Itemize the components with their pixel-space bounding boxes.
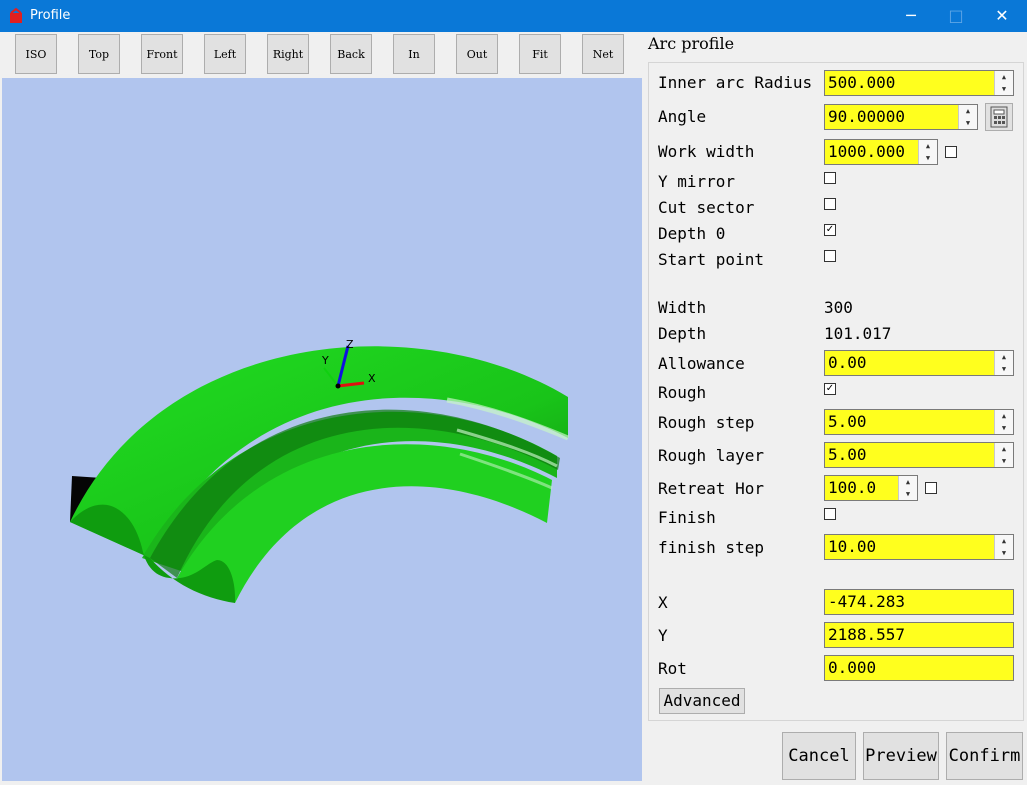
- start-point-checkbox[interactable]: [824, 250, 836, 262]
- retreat-hor-label: Retreat Hor: [658, 479, 764, 498]
- view-right-button[interactable]: Right: [267, 34, 309, 74]
- arc-profile-model: Z Y X: [70, 338, 569, 608]
- inner-arc-radius-value: 500.000: [828, 73, 896, 92]
- y-axis-label: Y: [321, 354, 329, 367]
- rough-layer-label: Rough layer: [658, 446, 764, 465]
- allowance-spinner[interactable]: ▲ ▼: [994, 351, 1013, 375]
- view-front-button[interactable]: Front: [141, 34, 183, 74]
- finish-step-spinner[interactable]: ▲ ▼: [994, 535, 1013, 559]
- work-width-checkbox[interactable]: [945, 146, 957, 158]
- rough-step-input[interactable]: 5.00 ▲ ▼: [824, 409, 1014, 435]
- calculator-icon: [990, 106, 1008, 128]
- maximize-button[interactable]: □: [933, 0, 979, 32]
- view-iso-button[interactable]: ISO: [15, 34, 57, 74]
- depth0-label: Depth 0: [658, 224, 726, 243]
- work-width-input[interactable]: 1000.000 ▲ ▼: [824, 139, 938, 165]
- cut-sector-checkbox[interactable]: [824, 198, 836, 210]
- view-top-button[interactable]: Top: [78, 34, 120, 74]
- rot-input[interactable]: 0.000: [824, 655, 1014, 681]
- rough-label: Rough: [658, 383, 707, 402]
- y-mirror-label: Y mirror: [658, 172, 736, 191]
- rough-step-label: Rough step: [658, 413, 755, 432]
- zoom-fit-button[interactable]: Fit: [519, 34, 561, 74]
- finish-step-label: finish step: [658, 538, 764, 557]
- allowance-label: Allowance: [658, 354, 745, 373]
- work-width-value: 1000.000: [828, 142, 906, 161]
- finish-label: Finish: [658, 508, 716, 527]
- calculator-button[interactable]: [985, 103, 1013, 131]
- start-point-label: Start point: [658, 250, 764, 269]
- finish-step-input[interactable]: 10.00 ▲ ▼: [824, 534, 1014, 560]
- finish-step-value: 10.00: [828, 537, 877, 556]
- rough-step-spinner[interactable]: ▲ ▼: [994, 410, 1013, 434]
- retreat-hor-value: 100.0: [828, 478, 877, 497]
- rough-checkbox[interactable]: ✓: [824, 383, 836, 395]
- retreat-hor-spinner[interactable]: ▲ ▼: [898, 476, 917, 500]
- rough-layer-spinner[interactable]: ▲ ▼: [994, 443, 1013, 467]
- angle-value: 90.00000: [828, 107, 906, 126]
- work-width-label: Work width: [658, 142, 755, 161]
- cancel-button[interactable]: Cancel: [782, 732, 856, 780]
- depth-value: 101.017: [824, 324, 892, 343]
- z-axis-label: Z: [346, 338, 354, 351]
- angle-spinner[interactable]: ▲ ▼: [958, 105, 977, 129]
- app-icon: [10, 8, 22, 23]
- rough-layer-value: 5.00: [828, 445, 867, 464]
- cut-sector-label: Cut sector: [658, 198, 755, 217]
- work-width-spinner[interactable]: ▲ ▼: [918, 140, 937, 164]
- confirm-button[interactable]: Confirm: [946, 732, 1023, 780]
- angle-input[interactable]: 90.00000 ▲ ▼: [824, 104, 978, 130]
- angle-label: Angle: [658, 107, 707, 126]
- title-bar: Profile ─ □ ✕: [0, 0, 1027, 32]
- minimize-button[interactable]: ─: [888, 0, 934, 32]
- rough-layer-input[interactable]: 5.00 ▲ ▼: [824, 442, 1014, 468]
- width-value: 300: [824, 298, 853, 317]
- window-title: Profile: [30, 8, 71, 23]
- width-label: Width: [658, 298, 707, 317]
- depth0-checkbox[interactable]: ✓: [824, 224, 836, 236]
- finish-checkbox[interactable]: [824, 508, 836, 520]
- inner-arc-radius-label: Inner arc Radius: [658, 73, 813, 92]
- preview-button[interactable]: Preview: [863, 732, 939, 780]
- rough-step-value: 5.00: [828, 412, 867, 431]
- y-input[interactable]: 2188.557: [824, 622, 1014, 648]
- y-label: Y: [658, 626, 668, 645]
- advanced-button[interactable]: Advanced: [659, 688, 745, 714]
- y-mirror-checkbox[interactable]: [824, 172, 836, 184]
- retreat-hor-checkbox[interactable]: [925, 482, 937, 494]
- x-label: X: [658, 593, 668, 612]
- x-axis-label: X: [368, 372, 376, 385]
- 3d-viewport[interactable]: Z Y X: [2, 78, 642, 781]
- retreat-hor-input[interactable]: 100.0 ▲ ▼: [824, 475, 918, 501]
- x-input[interactable]: -474.283: [824, 589, 1014, 615]
- zoom-in-button[interactable]: In: [393, 34, 435, 74]
- view-left-button[interactable]: Left: [204, 34, 246, 74]
- inner-arc-radius-input[interactable]: 500.000 ▲ ▼: [824, 70, 1014, 96]
- close-button[interactable]: ✕: [979, 0, 1025, 32]
- allowance-value: 0.00: [828, 353, 867, 372]
- allowance-input[interactable]: 0.00 ▲ ▼: [824, 350, 1014, 376]
- net-view-button[interactable]: Net: [582, 34, 624, 74]
- panel-title: Arc profile: [648, 34, 735, 53]
- inner-arc-radius-spinner[interactable]: ▲ ▼: [994, 71, 1013, 95]
- rot-label: Rot: [658, 659, 687, 678]
- view-back-button[interactable]: Back: [330, 34, 372, 74]
- depth-label: Depth: [658, 324, 707, 343]
- zoom-out-button[interactable]: Out: [456, 34, 498, 74]
